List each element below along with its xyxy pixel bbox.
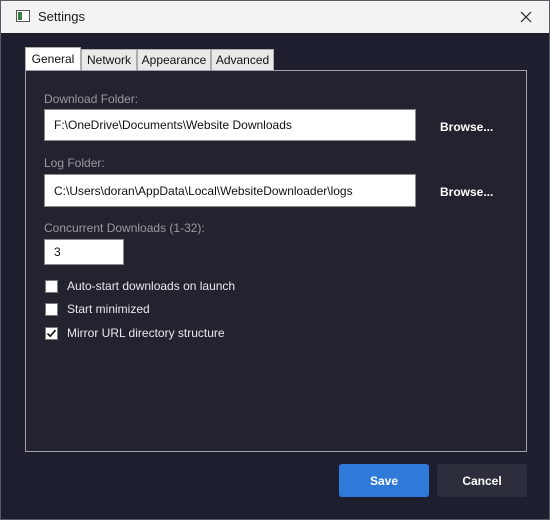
checkmark-icon (46, 329, 57, 338)
close-icon (520, 11, 532, 23)
app-window-icon (16, 10, 30, 22)
title-bar: Settings (1, 1, 549, 33)
start-minimized-checkbox[interactable] (45, 303, 58, 316)
cancel-button[interactable]: Cancel (437, 464, 527, 497)
download-folder-browse-button[interactable]: Browse... (440, 120, 493, 134)
auto-start-label[interactable]: Auto-start downloads on launch (67, 279, 235, 293)
download-folder-field[interactable] (44, 109, 416, 141)
concurrent-downloads-field[interactable] (44, 239, 124, 265)
tab-appearance[interactable]: Appearance (137, 49, 211, 70)
log-folder-field[interactable] (44, 174, 416, 207)
log-folder-browse-button[interactable]: Browse... (440, 185, 493, 199)
log-folder-label: Log Folder: (44, 156, 105, 170)
auto-start-checkbox[interactable] (45, 280, 58, 293)
tab-advanced[interactable]: Advanced (211, 49, 274, 70)
mirror-structure-checkbox[interactable] (45, 327, 58, 340)
download-folder-label: Download Folder: (44, 92, 139, 106)
concurrent-downloads-label: Concurrent Downloads (1-32): (44, 221, 205, 235)
window-title: Settings (38, 9, 85, 24)
mirror-structure-label[interactable]: Mirror URL directory structure (67, 326, 225, 340)
close-button[interactable] (503, 1, 549, 33)
tab-general[interactable]: General (25, 47, 81, 70)
tab-network[interactable]: Network (81, 49, 137, 70)
save-button[interactable]: Save (339, 464, 429, 497)
start-minimized-label[interactable]: Start minimized (67, 302, 150, 316)
settings-window: Settings General Network Appearance Adva… (0, 0, 550, 520)
